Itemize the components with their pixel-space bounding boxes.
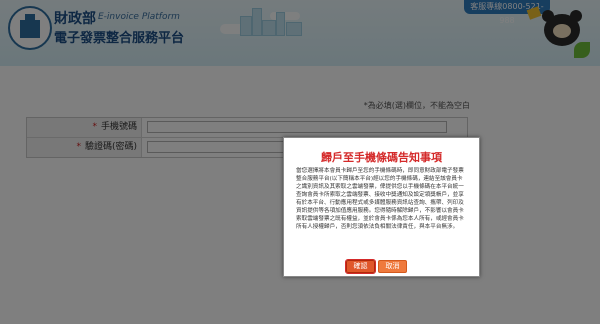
confirm-button[interactable]: 確認 [345,259,376,274]
dialog-body-text: 當您選擇將本會員卡歸戶至您的手機條碼時，即同意財政部電子發票整合服務平台(以下簡… [296,168,464,230]
notice-dialog: 歸戶至手機條碼告知事項 當您選擇將本會員卡歸戶至您的手機條碼時，即同意財政部電子… [283,137,480,277]
dialog-title: 歸戶至手機條碼告知事項 [321,151,442,164]
cancel-button[interactable]: 取消 [378,260,407,273]
